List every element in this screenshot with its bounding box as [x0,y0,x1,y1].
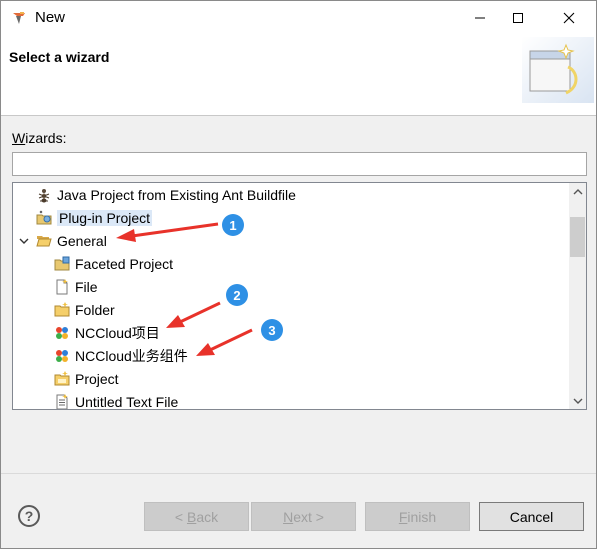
wizard-filter-input[interactable] [12,152,587,176]
close-button[interactable] [546,1,592,35]
nccloud-icon [54,325,70,341]
tree-item-file[interactable]: File [54,276,98,298]
tree-item-label: Plug-in Project [57,210,153,226]
tree-item-java-ant[interactable]: Java Project from Existing Ant Buildfile [36,184,296,206]
scroll-down-icon[interactable] [569,392,586,409]
title-bar: New [1,1,596,35]
annotation-badge-2: 2 [226,284,248,306]
tree-item-label: NCCloud项目 [75,325,160,341]
plugin-project-icon [36,210,52,226]
button-bar-separator [1,473,596,474]
tree-item-label: Project [75,371,119,387]
new-wizard-dialog: New Select a wizard Wizards: Java Projec… [0,0,597,549]
tree-item-general[interactable]: General [18,230,107,252]
scroll-thumb[interactable] [570,217,585,257]
tree-item-plugin-project[interactable]: Plug-in Project [36,207,153,229]
ant-icon [36,187,52,203]
faceted-project-icon [54,256,70,272]
page-title: Select a wizard [9,49,110,65]
tree-item-untitled-text-file[interactable]: Untitled Text File [54,391,179,410]
tree-item-label: NCCloud业务组件 [75,348,188,364]
tree-item-nccloud-project[interactable]: NCCloud项目 [54,322,160,344]
nccloud-icon [54,348,70,364]
wizard-header: Select a wizard [1,35,596,116]
tree-item-project[interactable]: Project [54,368,119,390]
folder-icon [54,302,70,318]
cancel-button[interactable]: Cancel [479,502,584,531]
project-icon [54,371,70,387]
text-file-icon [54,394,70,409]
tree-item-faceted-project[interactable]: Faceted Project [54,253,173,275]
annotation-badge-3: 3 [261,319,283,341]
tree-item-label: Faceted Project [75,256,174,272]
tree-item-nccloud-component[interactable]: NCCloud业务组件 [54,345,188,367]
folder-open-icon [36,233,52,249]
tree-item-label: Java Project from Existing Ant Buildfile [57,187,296,203]
window-title: New [35,9,66,26]
file-icon [54,279,70,295]
tree-item-label: Untitled Text File [75,394,179,410]
eclipse-new-icon [11,10,27,26]
tree-scrollbar[interactable] [569,183,586,409]
tree-item-label: File [75,279,98,295]
wizard-tree[interactable]: Java Project from Existing Ant Buildfile… [12,182,587,410]
tree-item-label: General [57,233,107,249]
next-button[interactable]: Next > [251,502,356,531]
wizards-label: Wizards: [12,130,67,146]
tree-item-folder[interactable]: Folder [54,299,115,321]
scroll-up-icon[interactable] [569,183,586,200]
chevron-down-icon[interactable] [18,233,30,249]
maximize-button[interactable] [495,1,541,35]
tree-item-label: Folder [75,302,115,318]
help-icon[interactable]: ? [18,505,40,527]
back-button[interactable]: < Back [144,502,249,531]
annotation-badge-1: 1 [222,214,244,236]
finish-button[interactable]: Finish [365,502,470,531]
wizard-banner-icon [522,37,594,103]
